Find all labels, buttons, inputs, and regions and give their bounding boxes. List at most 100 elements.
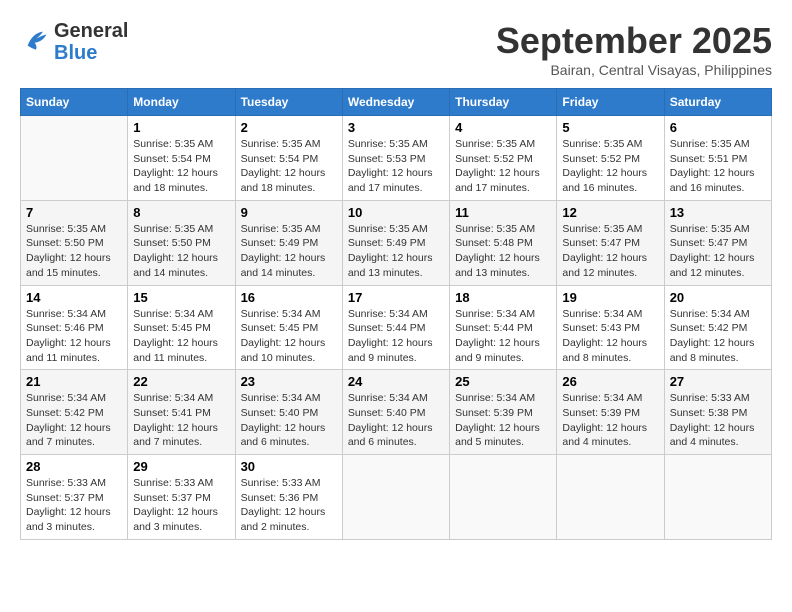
column-header-sunday: Sunday bbox=[21, 89, 128, 116]
calendar-cell: 4 Sunrise: 5:35 AM Sunset: 5:52 PM Daylig… bbox=[450, 116, 557, 201]
calendar-cell: 10 Sunrise: 5:35 AM Sunset: 5:49 PM Dayli… bbox=[342, 200, 449, 285]
day-number: 3 bbox=[348, 120, 444, 135]
cell-info: Sunrise: 5:34 AM Sunset: 5:41 PM Dayligh… bbox=[133, 391, 229, 450]
cell-info: Sunrise: 5:35 AM Sunset: 5:47 PM Dayligh… bbox=[562, 222, 658, 281]
cell-info: Sunrise: 5:34 AM Sunset: 5:44 PM Dayligh… bbox=[348, 307, 444, 366]
calendar-cell: 7Sunrise: 5:35 AM Sunset: 5:50 PM Daylig… bbox=[21, 200, 128, 285]
cell-info: Sunrise: 5:35 AM Sunset: 5:49 PM Dayligh… bbox=[241, 222, 337, 281]
calendar-cell: 20 Sunrise: 5:34 AM Sunset: 5:42 PM Dayli… bbox=[664, 285, 771, 370]
day-number: 27 bbox=[670, 374, 766, 389]
day-number: 1 bbox=[133, 120, 229, 135]
calendar-cell: 13 Sunrise: 5:35 AM Sunset: 5:47 PM Dayli… bbox=[664, 200, 771, 285]
cell-info: Sunrise: 5:34 AM Sunset: 5:40 PM Dayligh… bbox=[348, 391, 444, 450]
day-number: 26 bbox=[562, 374, 658, 389]
column-header-wednesday: Wednesday bbox=[342, 89, 449, 116]
calendar-cell: 21Sunrise: 5:34 AM Sunset: 5:42 PM Dayli… bbox=[21, 370, 128, 455]
calendar-cell: 9Sunrise: 5:35 AM Sunset: 5:49 PM Daylig… bbox=[235, 200, 342, 285]
column-header-tuesday: Tuesday bbox=[235, 89, 342, 116]
day-number: 19 bbox=[562, 290, 658, 305]
calendar-cell: 2 Sunrise: 5:35 AM Sunset: 5:54 PM Daylig… bbox=[235, 116, 342, 201]
day-number: 18 bbox=[455, 290, 551, 305]
cell-info: Sunrise: 5:35 AM Sunset: 5:54 PM Dayligh… bbox=[133, 137, 229, 196]
day-number: 29 bbox=[133, 459, 229, 474]
title-block: September 2025 Bairan, Central Visayas, … bbox=[496, 20, 772, 78]
cell-info: Sunrise: 5:34 AM Sunset: 5:45 PM Dayligh… bbox=[241, 307, 337, 366]
calendar-cell: 19 Sunrise: 5:34 AM Sunset: 5:43 PM Dayli… bbox=[557, 285, 664, 370]
column-header-saturday: Saturday bbox=[664, 89, 771, 116]
calendar-table: SundayMondayTuesdayWednesdayThursdayFrid… bbox=[20, 88, 772, 540]
cell-info: Sunrise: 5:34 AM Sunset: 5:43 PM Dayligh… bbox=[562, 307, 658, 366]
day-number: 16 bbox=[241, 290, 337, 305]
cell-info: Sunrise: 5:34 AM Sunset: 5:42 PM Dayligh… bbox=[670, 307, 766, 366]
cell-info: Sunrise: 5:35 AM Sunset: 5:50 PM Dayligh… bbox=[133, 222, 229, 281]
calendar-cell bbox=[557, 455, 664, 540]
calendar-cell: 18 Sunrise: 5:34 AM Sunset: 5:44 PM Dayli… bbox=[450, 285, 557, 370]
day-number: 20 bbox=[670, 290, 766, 305]
day-number: 17 bbox=[348, 290, 444, 305]
cell-info: Sunrise: 5:34 AM Sunset: 5:39 PM Dayligh… bbox=[455, 391, 551, 450]
cell-info: Sunrise: 5:35 AM Sunset: 5:54 PM Dayligh… bbox=[241, 137, 337, 196]
day-number: 24 bbox=[348, 374, 444, 389]
day-number: 15 bbox=[133, 290, 229, 305]
day-number: 22 bbox=[133, 374, 229, 389]
calendar-cell: 8 Sunrise: 5:35 AM Sunset: 5:50 PM Daylig… bbox=[128, 200, 235, 285]
calendar-cell: 27Sunrise: 5:33 AM Sunset: 5:38 PM Dayli… bbox=[664, 370, 771, 455]
day-number: 12 bbox=[562, 205, 658, 220]
month-title: September 2025 bbox=[496, 20, 772, 62]
calendar-cell: 1 Sunrise: 5:35 AM Sunset: 5:54 PM Daylig… bbox=[128, 116, 235, 201]
column-header-thursday: Thursday bbox=[450, 89, 557, 116]
calendar-cell: 26 Sunrise: 5:34 AM Sunset: 5:39 PM Dayli… bbox=[557, 370, 664, 455]
calendar-cell: 17 Sunrise: 5:34 AM Sunset: 5:44 PM Dayli… bbox=[342, 285, 449, 370]
column-header-monday: Monday bbox=[128, 89, 235, 116]
cell-info: Sunrise: 5:33 AM Sunset: 5:37 PM Dayligh… bbox=[133, 476, 229, 535]
day-number: 6 bbox=[670, 120, 766, 135]
cell-info: Sunrise: 5:34 AM Sunset: 5:44 PM Dayligh… bbox=[455, 307, 551, 366]
calendar-cell bbox=[21, 116, 128, 201]
calendar-week-row: 21Sunrise: 5:34 AM Sunset: 5:42 PM Dayli… bbox=[21, 370, 772, 455]
calendar-cell: 29 Sunrise: 5:33 AM Sunset: 5:37 PM Dayli… bbox=[128, 455, 235, 540]
calendar-cell: 25 Sunrise: 5:34 AM Sunset: 5:39 PM Dayli… bbox=[450, 370, 557, 455]
day-number: 25 bbox=[455, 374, 551, 389]
cell-info: Sunrise: 5:33 AM Sunset: 5:37 PM Dayligh… bbox=[26, 476, 122, 535]
calendar-cell: 16 Sunrise: 5:34 AM Sunset: 5:45 PM Dayli… bbox=[235, 285, 342, 370]
calendar-cell: 30 Sunrise: 5:33 AM Sunset: 5:36 PM Dayli… bbox=[235, 455, 342, 540]
calendar-cell: 24 Sunrise: 5:34 AM Sunset: 5:40 PM Dayli… bbox=[342, 370, 449, 455]
cell-info: Sunrise: 5:34 AM Sunset: 5:40 PM Dayligh… bbox=[241, 391, 337, 450]
cell-info: Sunrise: 5:34 AM Sunset: 5:39 PM Dayligh… bbox=[562, 391, 658, 450]
calendar-cell bbox=[450, 455, 557, 540]
calendar-cell: 23 Sunrise: 5:34 AM Sunset: 5:40 PM Dayli… bbox=[235, 370, 342, 455]
day-number: 28 bbox=[26, 459, 122, 474]
day-number: 4 bbox=[455, 120, 551, 135]
calendar-week-row: 1 Sunrise: 5:35 AM Sunset: 5:54 PM Daylig… bbox=[21, 116, 772, 201]
cell-info: Sunrise: 5:35 AM Sunset: 5:52 PM Dayligh… bbox=[455, 137, 551, 196]
logo-blue: Blue bbox=[54, 42, 97, 64]
day-number: 13 bbox=[670, 205, 766, 220]
cell-info: Sunrise: 5:35 AM Sunset: 5:49 PM Dayligh… bbox=[348, 222, 444, 281]
calendar-cell: 3Sunrise: 5:35 AM Sunset: 5:53 PM Daylig… bbox=[342, 116, 449, 201]
cell-info: Sunrise: 5:34 AM Sunset: 5:45 PM Dayligh… bbox=[133, 307, 229, 366]
day-number: 14 bbox=[26, 290, 122, 305]
location: Bairan, Central Visayas, Philippines bbox=[496, 62, 772, 78]
cell-info: Sunrise: 5:33 AM Sunset: 5:36 PM Dayligh… bbox=[241, 476, 337, 535]
day-number: 21 bbox=[26, 374, 122, 389]
calendar-cell: 6 Sunrise: 5:35 AM Sunset: 5:51 PM Daylig… bbox=[664, 116, 771, 201]
calendar-header-row: SundayMondayTuesdayWednesdayThursdayFrid… bbox=[21, 89, 772, 116]
day-number: 5 bbox=[562, 120, 658, 135]
day-number: 2 bbox=[241, 120, 337, 135]
day-number: 30 bbox=[241, 459, 337, 474]
day-number: 8 bbox=[133, 205, 229, 220]
day-number: 23 bbox=[241, 374, 337, 389]
day-number: 11 bbox=[455, 205, 551, 220]
logo: General Blue bbox=[20, 20, 128, 64]
page-header: General Blue September 2025 Bairan, Cent… bbox=[20, 20, 772, 78]
calendar-cell: 28 Sunrise: 5:33 AM Sunset: 5:37 PM Dayli… bbox=[21, 455, 128, 540]
day-number: 7 bbox=[26, 205, 122, 220]
cell-info: Sunrise: 5:35 AM Sunset: 5:47 PM Dayligh… bbox=[670, 222, 766, 281]
calendar-cell: 12 Sunrise: 5:35 AM Sunset: 5:47 PM Dayli… bbox=[557, 200, 664, 285]
cell-info: Sunrise: 5:34 AM Sunset: 5:46 PM Dayligh… bbox=[26, 307, 122, 366]
day-number: 10 bbox=[348, 205, 444, 220]
logo-bird-icon bbox=[22, 26, 50, 54]
cell-info: Sunrise: 5:35 AM Sunset: 5:51 PM Dayligh… bbox=[670, 137, 766, 196]
calendar-cell: 14 Sunrise: 5:34 AM Sunset: 5:46 PM Dayli… bbox=[21, 285, 128, 370]
calendar-week-row: 14 Sunrise: 5:34 AM Sunset: 5:46 PM Dayli… bbox=[21, 285, 772, 370]
